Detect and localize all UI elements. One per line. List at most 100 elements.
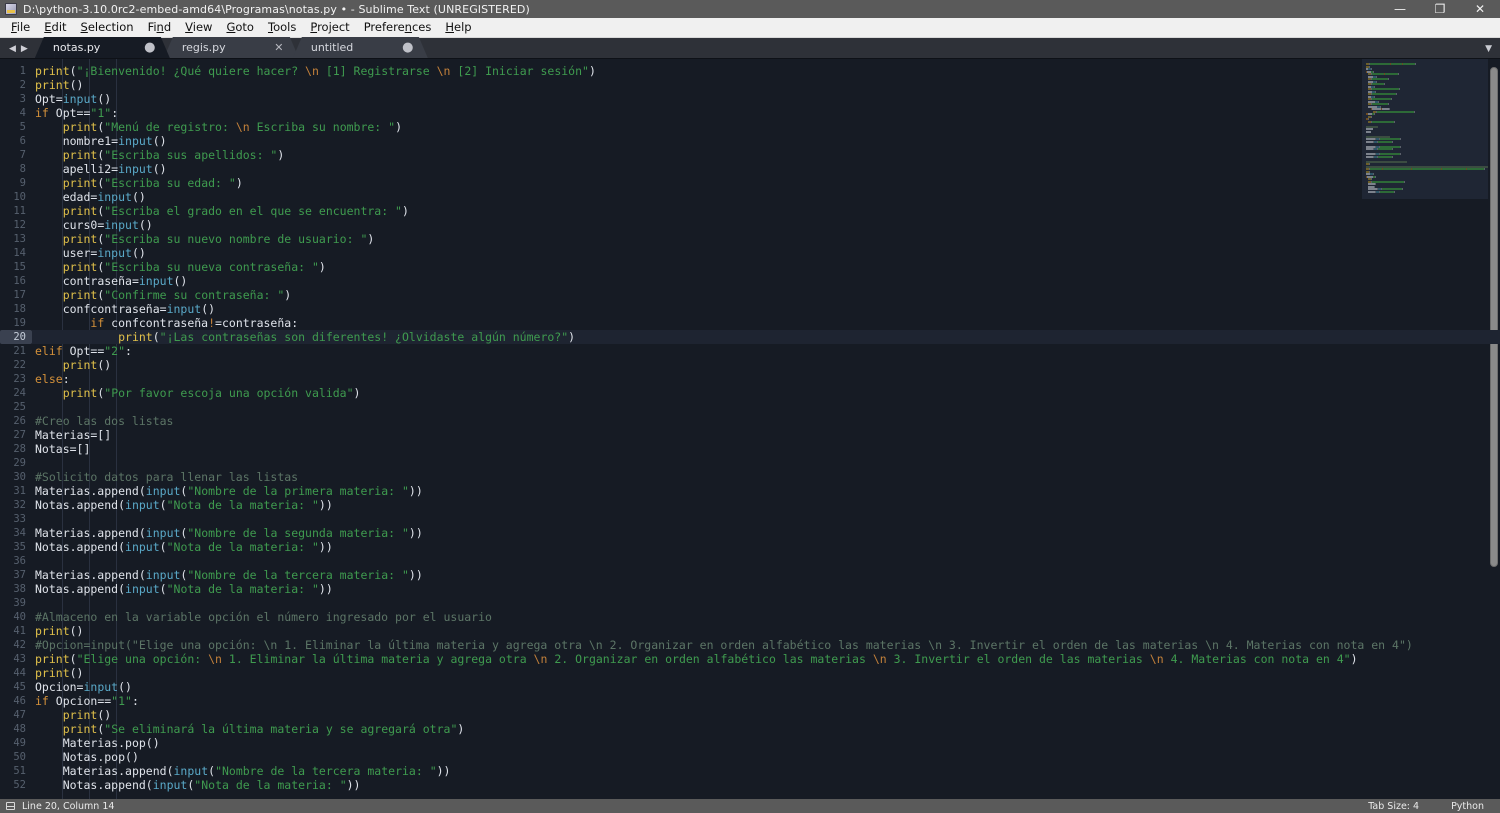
code-line[interactable]: Notas.append(input("Nota de la materia: … (32, 582, 1500, 596)
menu-project[interactable]: Project (303, 18, 356, 37)
menu-tools[interactable]: Tools (261, 18, 303, 37)
tab-size-setting[interactable]: Tab Size: 4 (1352, 801, 1435, 812)
token-op: ( (160, 582, 167, 596)
token-var: Notas.append (35, 582, 118, 596)
close-button[interactable]: ✕ (1460, 0, 1500, 18)
code-line[interactable]: Materias.append(input("Nombre de la prim… (32, 484, 1500, 498)
minimap-token (1377, 111, 1414, 113)
code-line[interactable]: print("Se eliminará la última materia y … (32, 722, 1500, 736)
code-line[interactable]: #Opcion=input("Elige una opción: \n 1. E… (32, 638, 1500, 652)
token-bi: input (146, 568, 181, 582)
code-line[interactable]: Notas=[] (32, 442, 1500, 456)
code-editor[interactable]: print("¡Bienvenido! ¿Qué quiere hacer? \… (32, 59, 1500, 799)
code-line[interactable]: Notas.pop() (32, 750, 1500, 764)
menu-preferences[interactable]: Preferences (357, 18, 439, 37)
tab-notas-py[interactable]: notas.py● (35, 37, 170, 58)
menu-edit[interactable]: Edit (37, 18, 73, 37)
line-number: 9 (0, 176, 32, 190)
code-line[interactable]: apelli2=input() (32, 162, 1500, 176)
code-line[interactable]: print() (32, 666, 1500, 680)
token-str: Escriba su nombre: " (250, 120, 395, 134)
token-op: )) (437, 764, 451, 778)
code-line[interactable]: print("Escriba su nueva contraseña: ") (32, 260, 1500, 274)
tab-next-arrow-icon[interactable]: ▶ (21, 45, 28, 54)
menu-help[interactable]: Help (438, 18, 478, 37)
code-line[interactable]: if confcontraseña!=contraseña: (32, 316, 1500, 330)
code-line[interactable]: print("Escriba su nuevo nombre de usuari… (32, 232, 1500, 246)
code-line[interactable]: Notas.append(input("Nota de la materia: … (32, 540, 1500, 554)
code-line[interactable]: print("¡Las contraseñas son diferentes! … (32, 330, 1500, 344)
code-line[interactable]: #Almaceno en la variable opción el númer… (32, 610, 1500, 624)
token-var: nombre1= (63, 134, 118, 148)
code-line[interactable]: print("¡Bienvenido! ¿Qué quiere hacer? \… (32, 64, 1500, 78)
code-line[interactable]: user=input() (32, 246, 1500, 260)
menu-find[interactable]: Find (141, 18, 179, 37)
minimize-button[interactable]: — (1380, 0, 1420, 18)
code-line[interactable] (32, 596, 1500, 610)
maximize-button[interactable]: ❐ (1420, 0, 1460, 18)
token-fn: print (35, 624, 70, 638)
tab-close-icon[interactable]: ✕ (273, 42, 285, 53)
token-str: "Escriba su nuevo nombre de usuario: " (104, 232, 367, 246)
token-str: "Nombre de la tercera materia: " (215, 764, 437, 778)
tab-untitled[interactable]: untitled● (293, 37, 428, 58)
token-op: ( (139, 484, 146, 498)
tab-regis-py[interactable]: regis.py✕ (164, 37, 299, 58)
token-op: () (201, 302, 215, 316)
code-line[interactable]: print() (32, 358, 1500, 372)
code-line[interactable] (32, 400, 1500, 414)
token-var: confcontraseña (104, 316, 208, 330)
code-line[interactable] (32, 512, 1500, 526)
token-op: )) (409, 568, 423, 582)
code-line[interactable]: print("Menú de registro: \n Escriba su n… (32, 120, 1500, 134)
code-line[interactable]: if Opcion=="1": (32, 694, 1500, 708)
token-op: () (174, 274, 188, 288)
menu-goto[interactable]: Goto (219, 18, 261, 37)
code-line[interactable]: contraseña=input() (32, 274, 1500, 288)
code-line[interactable]: curs0=input() (32, 218, 1500, 232)
code-line[interactable]: Materias=[] (32, 428, 1500, 442)
code-line[interactable]: print() (32, 708, 1500, 722)
syntax-setting[interactable]: Python (1435, 801, 1500, 812)
code-line[interactable]: confcontraseña=input() (32, 302, 1500, 316)
code-line[interactable]: Materias.append(input("Nombre de la terc… (32, 568, 1500, 582)
cursor-position: Line 20, Column 14 (22, 801, 114, 812)
token-var: curs0= (63, 218, 105, 232)
code-line[interactable] (32, 554, 1500, 568)
code-line[interactable]: Opt=input() (32, 92, 1500, 106)
code-line[interactable]: Notas.append(input("Nota de la materia: … (32, 498, 1500, 512)
code-line[interactable]: print("Confirme su contraseña: ") (32, 288, 1500, 302)
code-line[interactable]: nombre1=input() (32, 134, 1500, 148)
code-line[interactable]: #Solicito datos para llenar las listas (32, 470, 1500, 484)
code-line[interactable]: print("Escriba el grado en el que se enc… (32, 204, 1500, 218)
chevron-down-icon[interactable]: ▼ (1485, 45, 1492, 54)
code-line[interactable] (32, 456, 1500, 470)
menu-file[interactable]: File (4, 18, 37, 37)
token-str: "Elige una opción: (77, 652, 209, 666)
minimap-token (1372, 93, 1396, 95)
code-line[interactable]: print("Elige una opción: \n 1. Eliminar … (32, 652, 1500, 666)
tab-prev-arrow-icon[interactable]: ◀ (9, 45, 16, 54)
code-line[interactable]: edad=input() (32, 190, 1500, 204)
code-line[interactable]: Materias.append(input("Nombre de la segu… (32, 526, 1500, 540)
tab-dirty-dot-icon[interactable]: ● (144, 41, 156, 54)
token-var: Opt== (49, 106, 91, 120)
code-line[interactable]: elif Opt=="2": (32, 344, 1500, 358)
tab-dirty-dot-icon[interactable]: ● (402, 41, 414, 54)
code-line[interactable]: print() (32, 78, 1500, 92)
code-line[interactable]: else: (32, 372, 1500, 386)
code-line[interactable]: print("Escriba su edad: ") (32, 176, 1500, 190)
menu-view[interactable]: View (178, 18, 219, 37)
code-line[interactable]: Materias.pop() (32, 736, 1500, 750)
token-fn: print (63, 722, 98, 736)
code-line[interactable]: print("Por favor escoja una opción valid… (32, 386, 1500, 400)
code-line[interactable]: print("Escriba sus apellidos: ") (32, 148, 1500, 162)
code-line[interactable]: if Opt=="1": (32, 106, 1500, 120)
code-line[interactable]: Notas.append(input("Nota de la materia: … (32, 778, 1500, 792)
code-line[interactable]: Opcion=input() (32, 680, 1500, 694)
sidebar-toggle-icon[interactable] (6, 802, 15, 810)
code-line[interactable]: print() (32, 624, 1500, 638)
code-line[interactable]: Materias.append(input("Nombre de la terc… (32, 764, 1500, 778)
code-line[interactable]: #Creo las dos listas (32, 414, 1500, 428)
menu-selection[interactable]: Selection (74, 18, 141, 37)
